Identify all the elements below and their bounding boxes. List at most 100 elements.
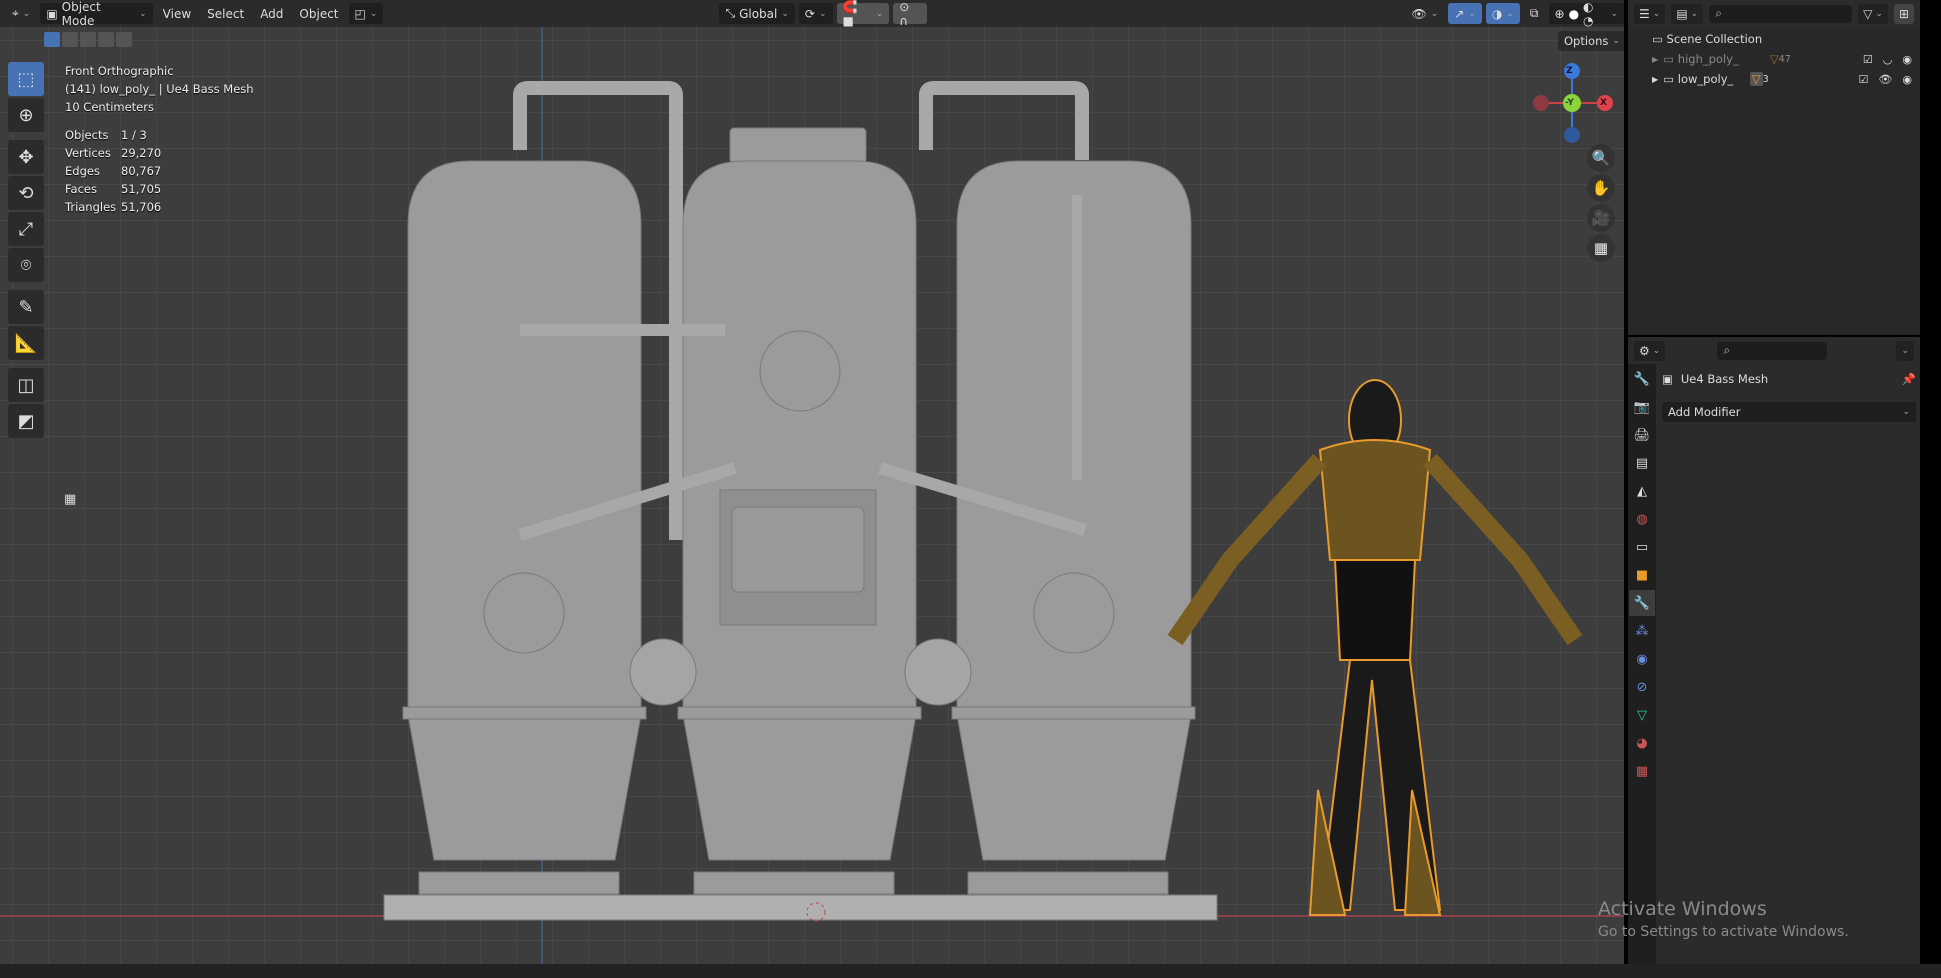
select-subtract-icon[interactable] (80, 32, 96, 47)
modifier-tab-icon[interactable]: 🔧 (1629, 590, 1655, 616)
move-tool-icon[interactable]: ✥ (8, 140, 44, 174)
checkbox-icon[interactable]: ☑ (1863, 53, 1873, 66)
overlay-toggle[interactable]: ◑ ⌄ (1485, 3, 1520, 24)
cursor-tool-icon[interactable]: ⊕ (8, 98, 44, 132)
outliner-item-low-poly[interactable]: ▶ ▭ low_poly_ ▽ 3 ☑ 👁 ◉ (1628, 69, 1920, 89)
object-icon: ▣ (1662, 372, 1673, 386)
menu-view[interactable]: View (157, 3, 197, 24)
stat-triangles: Triangles 51,706 (65, 200, 162, 214)
particles-tab-icon[interactable]: ⁂ (1629, 618, 1655, 644)
outliner: ☰ ⌄ ▤ ⌄ ⌕ ▽ ⌄ ⊞ ▭ Scene Collection ▶ ▭ high… (1628, 0, 1920, 335)
viewport-header: ⌖ ⌄ ▣ Object Mode ⌄ View Select Add Object … (0, 0, 1624, 28)
outliner-display-mode[interactable]: ☰ ⌄ (1634, 3, 1666, 24)
physics-tab-icon[interactable]: ◉ (1629, 646, 1655, 672)
collection-icon: ▭ (1663, 52, 1678, 66)
rotate-tool-icon[interactable]: ⟲ (8, 176, 44, 210)
mesh-icon: ▽ (1749, 72, 1763, 86)
stat-objects: Objects 1 / 3 (65, 128, 147, 142)
select-invert-icon[interactable] (98, 32, 114, 47)
camera-icon[interactable]: 🎥 (1587, 204, 1615, 232)
grid-scale: 10 Centimeters (65, 100, 154, 114)
xray-toggle[interactable]: ⧉ (1524, 3, 1545, 24)
select-extend-icon[interactable] (62, 32, 78, 47)
watermark-title: Activate Windows (1598, 898, 1767, 920)
gizmo-toggle[interactable]: ↗ ⌄ (1448, 3, 1482, 24)
snap-toggle[interactable]: 🧲 ■ ⌄ (836, 0, 890, 28)
gpencil-dropdown[interactable]: ◰ ⌄ (348, 3, 384, 24)
texture-tab-icon[interactable]: ▦ (1629, 758, 1655, 784)
output-tab-icon[interactable]: 🖨 (1629, 422, 1655, 448)
select-new-icon[interactable] (44, 32, 60, 47)
gizmo-y-label[interactable]: -Y (1565, 98, 1574, 108)
gizmo-x-label[interactable]: X (1600, 98, 1607, 108)
material-tab-icon[interactable]: ◕ (1629, 730, 1655, 756)
visibility-dropdown[interactable]: 👁 ⌄ (1406, 3, 1445, 24)
stat-faces: Faces 51,705 (65, 182, 162, 196)
render-camera-icon[interactable]: ◉ (1902, 73, 1912, 86)
solid-shading-icon[interactable]: ● (1569, 7, 1579, 21)
collection-tab-icon[interactable]: ▭ (1629, 534, 1655, 560)
outliner-item-high-poly[interactable]: ▶ ▭ high_poly_ ▽ 47 ☑ ◡ ◉ (1628, 49, 1920, 69)
pan-hand-icon[interactable]: ✋ (1587, 174, 1615, 202)
tool-tab-icon[interactable]: 🔧 (1629, 366, 1655, 392)
orientation-dropdown[interactable]: ⤡ Global ⌄ (719, 3, 795, 24)
stat-vertices: Vertices 29,270 (65, 146, 162, 160)
gizmo-z-label[interactable]: Z (1566, 66, 1573, 76)
new-collection-icon[interactable]: ⊞ (1893, 3, 1914, 24)
scene-tab-icon[interactable]: ◭ (1629, 478, 1655, 504)
add-shape-tool-icon[interactable]: ◩ (8, 404, 44, 438)
checker-icon[interactable]: ▦ (64, 492, 76, 507)
properties-search-input[interactable]: ⌕ (1717, 341, 1828, 360)
expand-arrow-icon[interactable]: ▶ (1652, 75, 1663, 84)
transform-tool-icon[interactable]: ⌾ (8, 248, 44, 282)
properties-options[interactable]: ⌄ (1896, 340, 1914, 361)
item-label: high_poly_ (1677, 52, 1739, 66)
scene-collection-label: Scene Collection (1666, 32, 1763, 46)
menu-object[interactable]: Object (293, 3, 344, 24)
pin-icon[interactable]: 📌 (1902, 372, 1916, 386)
pivot-dropdown[interactable]: ⟳ ⌄ (798, 3, 833, 24)
select-intersect-icon[interactable] (116, 32, 132, 47)
view-name: Front Orthographic (65, 64, 174, 78)
orientation-label: Global (739, 6, 778, 21)
view-layer-tab-icon[interactable]: ▤ (1629, 450, 1655, 476)
outliner-search-input[interactable]: ⌕ (1709, 4, 1853, 23)
tool-shelf: ⬚ ⊕ ✥ ⟲ ⤢ ⌾ ✎ 📐 ◫ ◩ (8, 62, 46, 440)
properties-tabs: 🔧 📷 🖨 ▤ ◭ ◍ ▭ ■ 🔧 ⁂ ◉ ⊘ ▽ ◕ ▦ (1628, 364, 1656, 964)
tanks (383, 81, 1218, 921)
object-tab-icon[interactable]: ■ (1629, 562, 1655, 588)
menu-select[interactable]: Select (201, 3, 250, 24)
render-camera-icon[interactable]: ◉ (1902, 53, 1912, 66)
filter-icon[interactable]: ▽ ⌄ (1858, 3, 1888, 24)
outliner-filter-view[interactable]: ▤ ⌄ (1671, 3, 1704, 24)
hidden-eye-icon[interactable]: ◡ (1883, 53, 1893, 66)
scene-collection-row[interactable]: ▭ Scene Collection (1628, 29, 1920, 49)
render-tab-icon[interactable]: 📷 (1629, 394, 1655, 420)
stat-edges: Edges 80,767 (65, 164, 162, 178)
annotate-tool-icon[interactable]: ✎ (8, 290, 44, 324)
add-modifier-dropdown[interactable]: Add Modifier ⌄ (1662, 402, 1916, 422)
eye-icon[interactable]: 👁 (1878, 73, 1892, 86)
grid-ortho-icon[interactable]: ▦ (1587, 234, 1615, 262)
properties-editor-type[interactable]: ⚙ ⌄ (1634, 340, 1666, 361)
zoom-icon[interactable]: 🔍 (1587, 144, 1615, 172)
options-dropdown[interactable]: Options ⌄ (1558, 31, 1624, 51)
world-tab-icon[interactable]: ◍ (1629, 506, 1655, 532)
3d-viewport[interactable]: Z -Y X ⌖ ⌄ ▣ Object Mode ⌄ View Select Add … (0, 0, 1624, 964)
scale-tool-icon[interactable]: ⤢ (8, 212, 44, 246)
measure-tool-icon[interactable]: 📐 (8, 326, 44, 360)
constraints-tab-icon[interactable]: ⊘ (1629, 674, 1655, 700)
shading-modes[interactable]: ⊕ ● ◐ ◔ ⌄ (1548, 0, 1624, 28)
expand-arrow-icon[interactable]: ▶ (1652, 55, 1663, 64)
select-box-tool-icon[interactable]: ⬚ (8, 62, 44, 96)
mode-dropdown[interactable]: ▣ Object Mode ⌄ (40, 0, 153, 28)
proportional-edit-toggle[interactable]: ⊙ ∩ (893, 0, 928, 28)
data-tab-icon[interactable]: ▽ (1629, 702, 1655, 728)
editor-type-button[interactable]: ⌖ ⌄ (6, 3, 36, 24)
object-mode-icon: ▣ (46, 6, 58, 21)
menu-add[interactable]: Add (254, 3, 289, 24)
status-bar (0, 964, 1941, 978)
checkbox-icon[interactable]: ☑ (1859, 73, 1869, 86)
select-mode-buttons[interactable] (44, 32, 132, 47)
add-cube-tool-icon[interactable]: ◫ (8, 368, 44, 402)
